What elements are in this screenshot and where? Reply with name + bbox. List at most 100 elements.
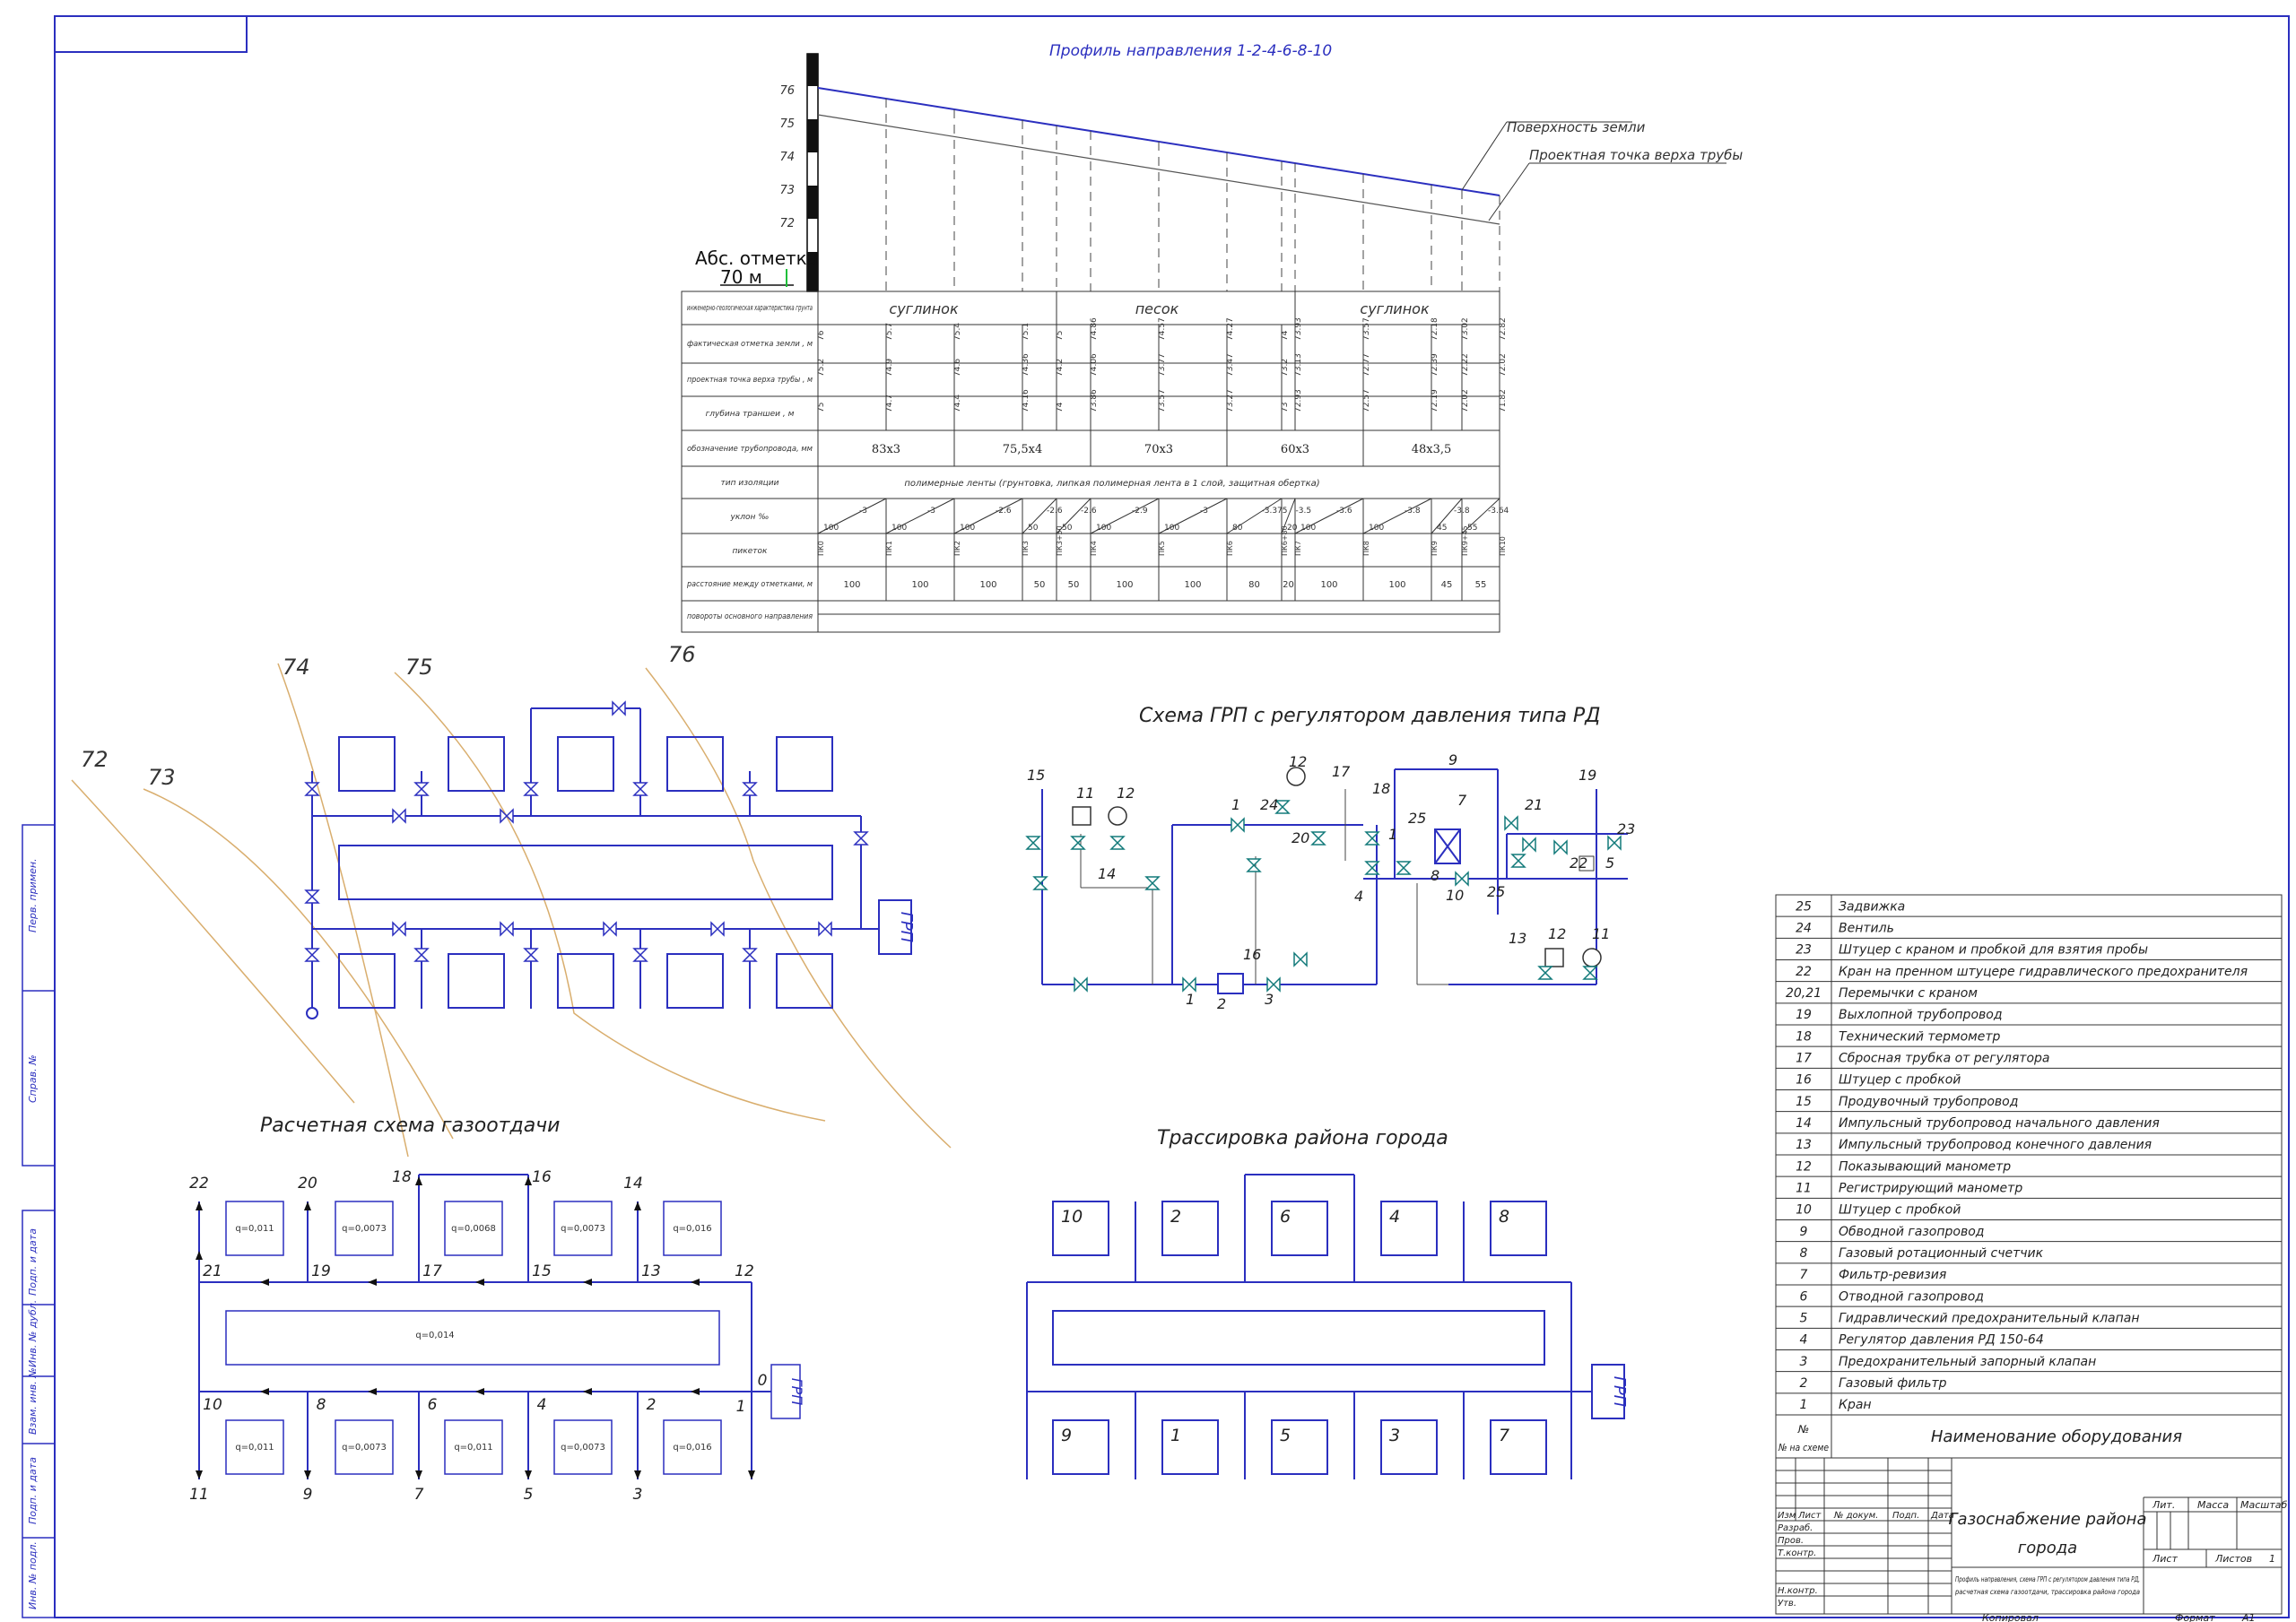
label-format: Формат bbox=[2175, 1612, 2215, 1622]
picket-labels: ПК0 ПК1 ПК2 ПК3 ПК3+50 ПК4 ПК5 ПК6 ПК6+80 ПК7 ПК8 П… bbox=[817, 525, 1507, 556]
side-stamp-5: Взам. инв. № bbox=[27, 1367, 39, 1435]
equipment-name: Показывающий манометр bbox=[1839, 1159, 2011, 1174]
slope-value: -3.5 bbox=[1296, 507, 1312, 516]
ground-elev-value: 75.1 bbox=[1022, 323, 1031, 341]
pipe-2: 75,5х4 bbox=[1003, 443, 1043, 456]
arrow-icon bbox=[368, 1388, 377, 1395]
equipment-row: 24 Вентиль bbox=[1796, 922, 1894, 936]
side-stamp-6: Подп. и дата bbox=[27, 1457, 39, 1524]
equipment-row: 23 Штуцер с краном и пробкой для взятия п… bbox=[1796, 943, 2148, 958]
distance-value: 100 bbox=[1184, 580, 1201, 590]
picket-label: ПК0 bbox=[817, 541, 825, 556]
equipment-name: Продувочный трубопровод bbox=[1839, 1095, 2018, 1109]
ground-elev-value: 75.7 bbox=[885, 323, 894, 341]
slope-value: -3 bbox=[859, 507, 867, 516]
trace-block-label: 10 bbox=[1061, 1207, 1083, 1227]
gas-network-scheme: 72 73 74 75 76 ГРП bbox=[71, 642, 952, 1158]
network-valves bbox=[304, 700, 869, 962]
valve-icon bbox=[1025, 836, 1041, 850]
title-block-roles: Разраб. Пров. Т.контр. Н.контр. Утв. bbox=[1778, 1522, 1818, 1609]
node-label: 18 bbox=[392, 1168, 412, 1186]
network-pipes bbox=[311, 707, 879, 1009]
calc-q-center: q=0,014 bbox=[415, 1331, 454, 1340]
slope-value: -3 bbox=[927, 507, 935, 516]
ground-elev-value: 72.18 bbox=[1431, 317, 1439, 341]
node-label: 15 bbox=[532, 1262, 552, 1280]
equipment-row: 4 Регулятор давления РД 150-64 bbox=[1800, 1333, 2044, 1348]
equipment-row: 6 Отводной газопровод bbox=[1800, 1289, 1984, 1304]
pipe-labels: 83х3 75,5х4 70х3 60х3 48х3,5 bbox=[872, 443, 1451, 456]
node-label: 9 bbox=[303, 1486, 313, 1504]
valve-icon bbox=[1293, 951, 1308, 967]
slope-value: -3.8 bbox=[1405, 507, 1421, 516]
valve-icon bbox=[1537, 966, 1553, 980]
equipment-no: 2 bbox=[1800, 1376, 1808, 1391]
arrow-icon bbox=[304, 1201, 311, 1210]
grp-label: 13 bbox=[1509, 930, 1526, 947]
legend-ground-surface: Поверхность земли bbox=[1507, 119, 1646, 135]
label-sheets: Листов bbox=[2214, 1553, 2252, 1565]
equipment-name: Газовый ротационный счетчик bbox=[1839, 1246, 2044, 1261]
contour-labels: 72 73 74 75 76 bbox=[81, 642, 696, 790]
drawing-desc-line2: расчетная схема газоотдачи, трассировка … bbox=[1954, 1588, 2140, 1596]
equipment-row: 22 Кран на пренном штуцере гидравлическог… bbox=[1796, 965, 2248, 979]
depth-value: 74.7 bbox=[885, 395, 894, 412]
pipe-elev-value: 75.2 bbox=[817, 359, 826, 377]
indicating-manometer-low bbox=[1582, 948, 1602, 967]
equipment-no: 24 bbox=[1796, 922, 1812, 936]
node-label: 10 bbox=[203, 1396, 222, 1414]
row-label-insulation: тип изоляции bbox=[721, 479, 779, 488]
equipment-no: 1 bbox=[1800, 1398, 1808, 1412]
slope-length: 100 bbox=[1369, 524, 1384, 533]
equipment-no: 19 bbox=[1796, 1008, 1812, 1022]
title-block: Изм Лист № докум. Подп. Дата Разраб. Про… bbox=[1775, 1457, 2287, 1622]
arrow-icon bbox=[634, 1201, 641, 1210]
equipment-row: 13 Импульсный трубопровод конечного давле… bbox=[1796, 1138, 2152, 1152]
equipment-row: 12 Показывающий манометр bbox=[1796, 1159, 2011, 1174]
indicating-manometer-top bbox=[1286, 767, 1306, 786]
row-label-distance: расстояние между отметками, м bbox=[686, 580, 813, 589]
equipment-row: 7 Фильтр-ревизия bbox=[1800, 1268, 1947, 1282]
sheets-count: 1 bbox=[2269, 1553, 2275, 1565]
contour-75: 75 bbox=[405, 655, 433, 680]
soil-1: суглинок bbox=[889, 300, 959, 317]
slope-value: -2.6 bbox=[1047, 507, 1063, 516]
pipe-4: 60х3 bbox=[1281, 443, 1309, 456]
soil-3: суглинок bbox=[1360, 300, 1430, 317]
equipment-no: 10 bbox=[1796, 1203, 1812, 1218]
pipe-elev-value: 72.22 bbox=[1461, 353, 1470, 377]
grp-label: 11 bbox=[1076, 785, 1094, 802]
elev-tick-75: 75 bbox=[779, 117, 795, 131]
node-label: 12 bbox=[735, 1262, 754, 1280]
valve-icon bbox=[392, 921, 406, 937]
slope-length: 100 bbox=[1164, 524, 1179, 533]
distance-value: 80 bbox=[1248, 580, 1260, 590]
trace-block-label: 7 bbox=[1499, 1426, 1509, 1445]
grp-label: 10 bbox=[1446, 887, 1464, 904]
slope-value: -2.6 bbox=[996, 507, 1012, 516]
equipment-no: 23 bbox=[1796, 943, 1812, 958]
block-flow: q=0,011 bbox=[454, 1443, 492, 1453]
label-scale: Масштаб bbox=[2240, 1499, 2287, 1511]
distance-value: 100 bbox=[1116, 580, 1133, 590]
depth-value: 73.86 bbox=[1090, 389, 1099, 412]
arrow-icon bbox=[583, 1388, 592, 1395]
equipment-name: Фильтр-ревизия bbox=[1839, 1268, 1946, 1282]
grp-label: 2 bbox=[1217, 995, 1226, 1012]
picket-label: ПК4 bbox=[1090, 541, 1098, 556]
arrow-icon bbox=[368, 1279, 377, 1286]
ground-elev-value: 72.82 bbox=[1499, 317, 1508, 341]
node-label: 6 bbox=[428, 1396, 438, 1414]
row-label-pipe: проектная точка верха трубы , м bbox=[687, 376, 813, 385]
equipment-no: 25 bbox=[1796, 899, 1812, 914]
pipe-elev-value: 72.77 bbox=[1362, 353, 1371, 377]
label-lit: Лит. bbox=[2152, 1499, 2175, 1511]
picket-label: ПК7 bbox=[1294, 541, 1302, 556]
slope-value: -3.8 bbox=[1454, 507, 1470, 516]
grp-label: 20 bbox=[1292, 829, 1309, 846]
grp-label: 11 bbox=[1592, 925, 1610, 942]
valve-icon bbox=[304, 889, 320, 904]
picket-label: ПК10 bbox=[1499, 536, 1507, 556]
equipment-name: Импульсный трубопровод начального давлен… bbox=[1839, 1116, 2160, 1131]
col-doc: № докум. bbox=[1833, 1511, 1878, 1521]
